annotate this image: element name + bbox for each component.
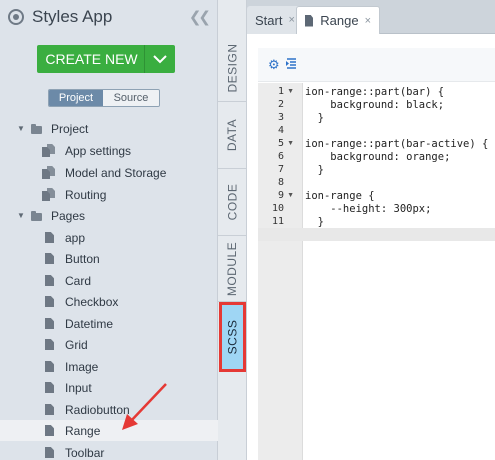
tab-data[interactable]: DATA [218,102,247,169]
tree-item-app-settings[interactable]: App settings [0,140,218,161]
view-toggle: Project Source [48,89,160,107]
code-line: ion-range::part(bar) { [305,86,445,98]
tree-page-card[interactable]: Card [0,270,218,291]
settings-files-icon [42,144,55,157]
sidebar: Styles App ❮❮ CREATE NEW Project Source … [0,0,218,460]
tree-label: Grid [65,337,88,352]
code-line: ion-range::part(bar-active) { [305,138,489,150]
page-icon [45,404,54,415]
folder-icon [31,124,42,134]
tree-page-toolbar[interactable]: Toolbar [0,442,218,460]
tree-label: Project [51,121,89,136]
tree-page-button[interactable]: Button [0,248,218,269]
tab-scss[interactable]: SCSS [219,302,246,372]
page-icon [45,253,54,264]
tree-label: Image [65,359,99,374]
project-toggle[interactable]: Project [49,90,103,106]
code-line: } [305,164,324,176]
tab-start-label: Start [255,12,283,28]
tab-data-label: DATA [225,118,240,152]
tab-range-label: Range [320,13,359,28]
code-line: --height: 300px; [305,203,432,215]
annotation-arrow-icon [122,383,167,430]
tab-range[interactable]: Range × [296,6,380,34]
fold-arrow-icon[interactable]: ▼ [287,140,294,147]
format-indent-icon[interactable] [285,57,297,72]
page-icon [45,296,54,307]
tree-page-range[interactable]: Range [0,420,218,441]
chevron-down-icon[interactable] [145,54,175,64]
tree-page-checkbox[interactable]: Checkbox [0,291,218,312]
tree-label: Card [65,273,92,288]
tree-page-grid[interactable]: Grid [0,334,218,355]
create-new-button[interactable]: CREATE NEW [37,45,175,73]
folder-icon [31,211,42,221]
app-title: Styles App [32,7,113,26]
code-line: } [305,112,324,124]
page-icon [45,232,54,243]
code-editor: ⚙ 1▼ 2 3 4 5▼ 6 7 8 9▼ 10 11 12 ion-rang… [247,35,495,460]
tab-module-label: MODULE [225,241,240,296]
tree-label: app [65,230,86,245]
close-icon[interactable]: × [365,15,371,27]
tree-folder-pages[interactable]: ▼ Pages [0,205,218,226]
page-icon [45,318,54,329]
code-line: background: orange; [305,151,451,163]
tab-module[interactable]: MODULE [218,236,247,302]
tree-item-routing[interactable]: Routing [0,184,218,205]
fold-arrow-icon[interactable]: ▼ [287,192,294,199]
code-area[interactable]: ion-range::part(bar) { background: black… [303,83,495,460]
code-line: background: black; [305,99,445,111]
gear-icon[interactable]: ⚙ [268,57,280,73]
tab-design[interactable]: DESIGN [218,35,247,102]
source-toggle[interactable]: Source [103,90,159,106]
tree-page-radiobutton[interactable]: Radiobutton [0,399,218,420]
tree-label: Toolbar [65,445,105,460]
tree-label: Model and Storage [65,165,167,180]
close-icon[interactable]: × [288,14,294,26]
tree-label: App settings [65,143,132,158]
page-icon [45,425,54,436]
tree-page-datetime[interactable]: Datetime [0,313,218,334]
model-files-icon [42,166,55,179]
page-icon [45,275,54,286]
page-icon [45,361,54,372]
tab-code-label: CODE [225,183,240,221]
tree-label: Input [65,380,92,395]
routing-files-icon [42,188,55,201]
tree-label: Button [65,251,100,266]
page-icon [45,382,54,393]
tree-label: Range [65,423,101,438]
tree-label: Pages [51,208,86,223]
page-icon [45,339,54,350]
caret-down-icon[interactable]: ▼ [17,211,25,220]
collapse-sidebar-icon[interactable]: ❮❮ [189,8,211,26]
create-new-label: CREATE NEW [45,51,138,67]
tree-page-app[interactable]: app [0,227,218,248]
code-line: } [305,216,324,228]
tree-page-input[interactable]: Input [0,377,218,398]
editor-toolbar: ⚙ [258,48,495,82]
tree-label: Checkbox [65,294,119,309]
tree-page-image[interactable]: Image [0,356,218,377]
document-icon [305,14,314,27]
caret-down-icon[interactable]: ▼ [17,124,25,133]
editor-tab-bar: Start × Range × [247,0,495,34]
line-number-gutter: 1▼ 2 3 4 5▼ 6 7 8 9▼ 10 11 12 [258,83,303,460]
tree-item-model-storage[interactable]: Model and Storage [0,162,218,183]
page-icon [45,447,54,458]
app-header: Styles App ❮❮ [0,0,218,34]
vertical-tab-strip: DESIGN DATA CODE MODULE SCSS [218,0,247,460]
fold-arrow-icon[interactable]: ▼ [287,88,294,95]
tree-label: Datetime [65,316,114,331]
code-line: ion-range { [305,190,375,202]
tab-design-label: DESIGN [225,43,240,93]
tree-folder-project[interactable]: ▼ Project [0,118,218,139]
tree-label: Routing [65,187,107,202]
tab-scss-label: SCSS [225,319,240,355]
tab-code[interactable]: CODE [218,169,247,236]
app-logo-icon [8,9,24,25]
